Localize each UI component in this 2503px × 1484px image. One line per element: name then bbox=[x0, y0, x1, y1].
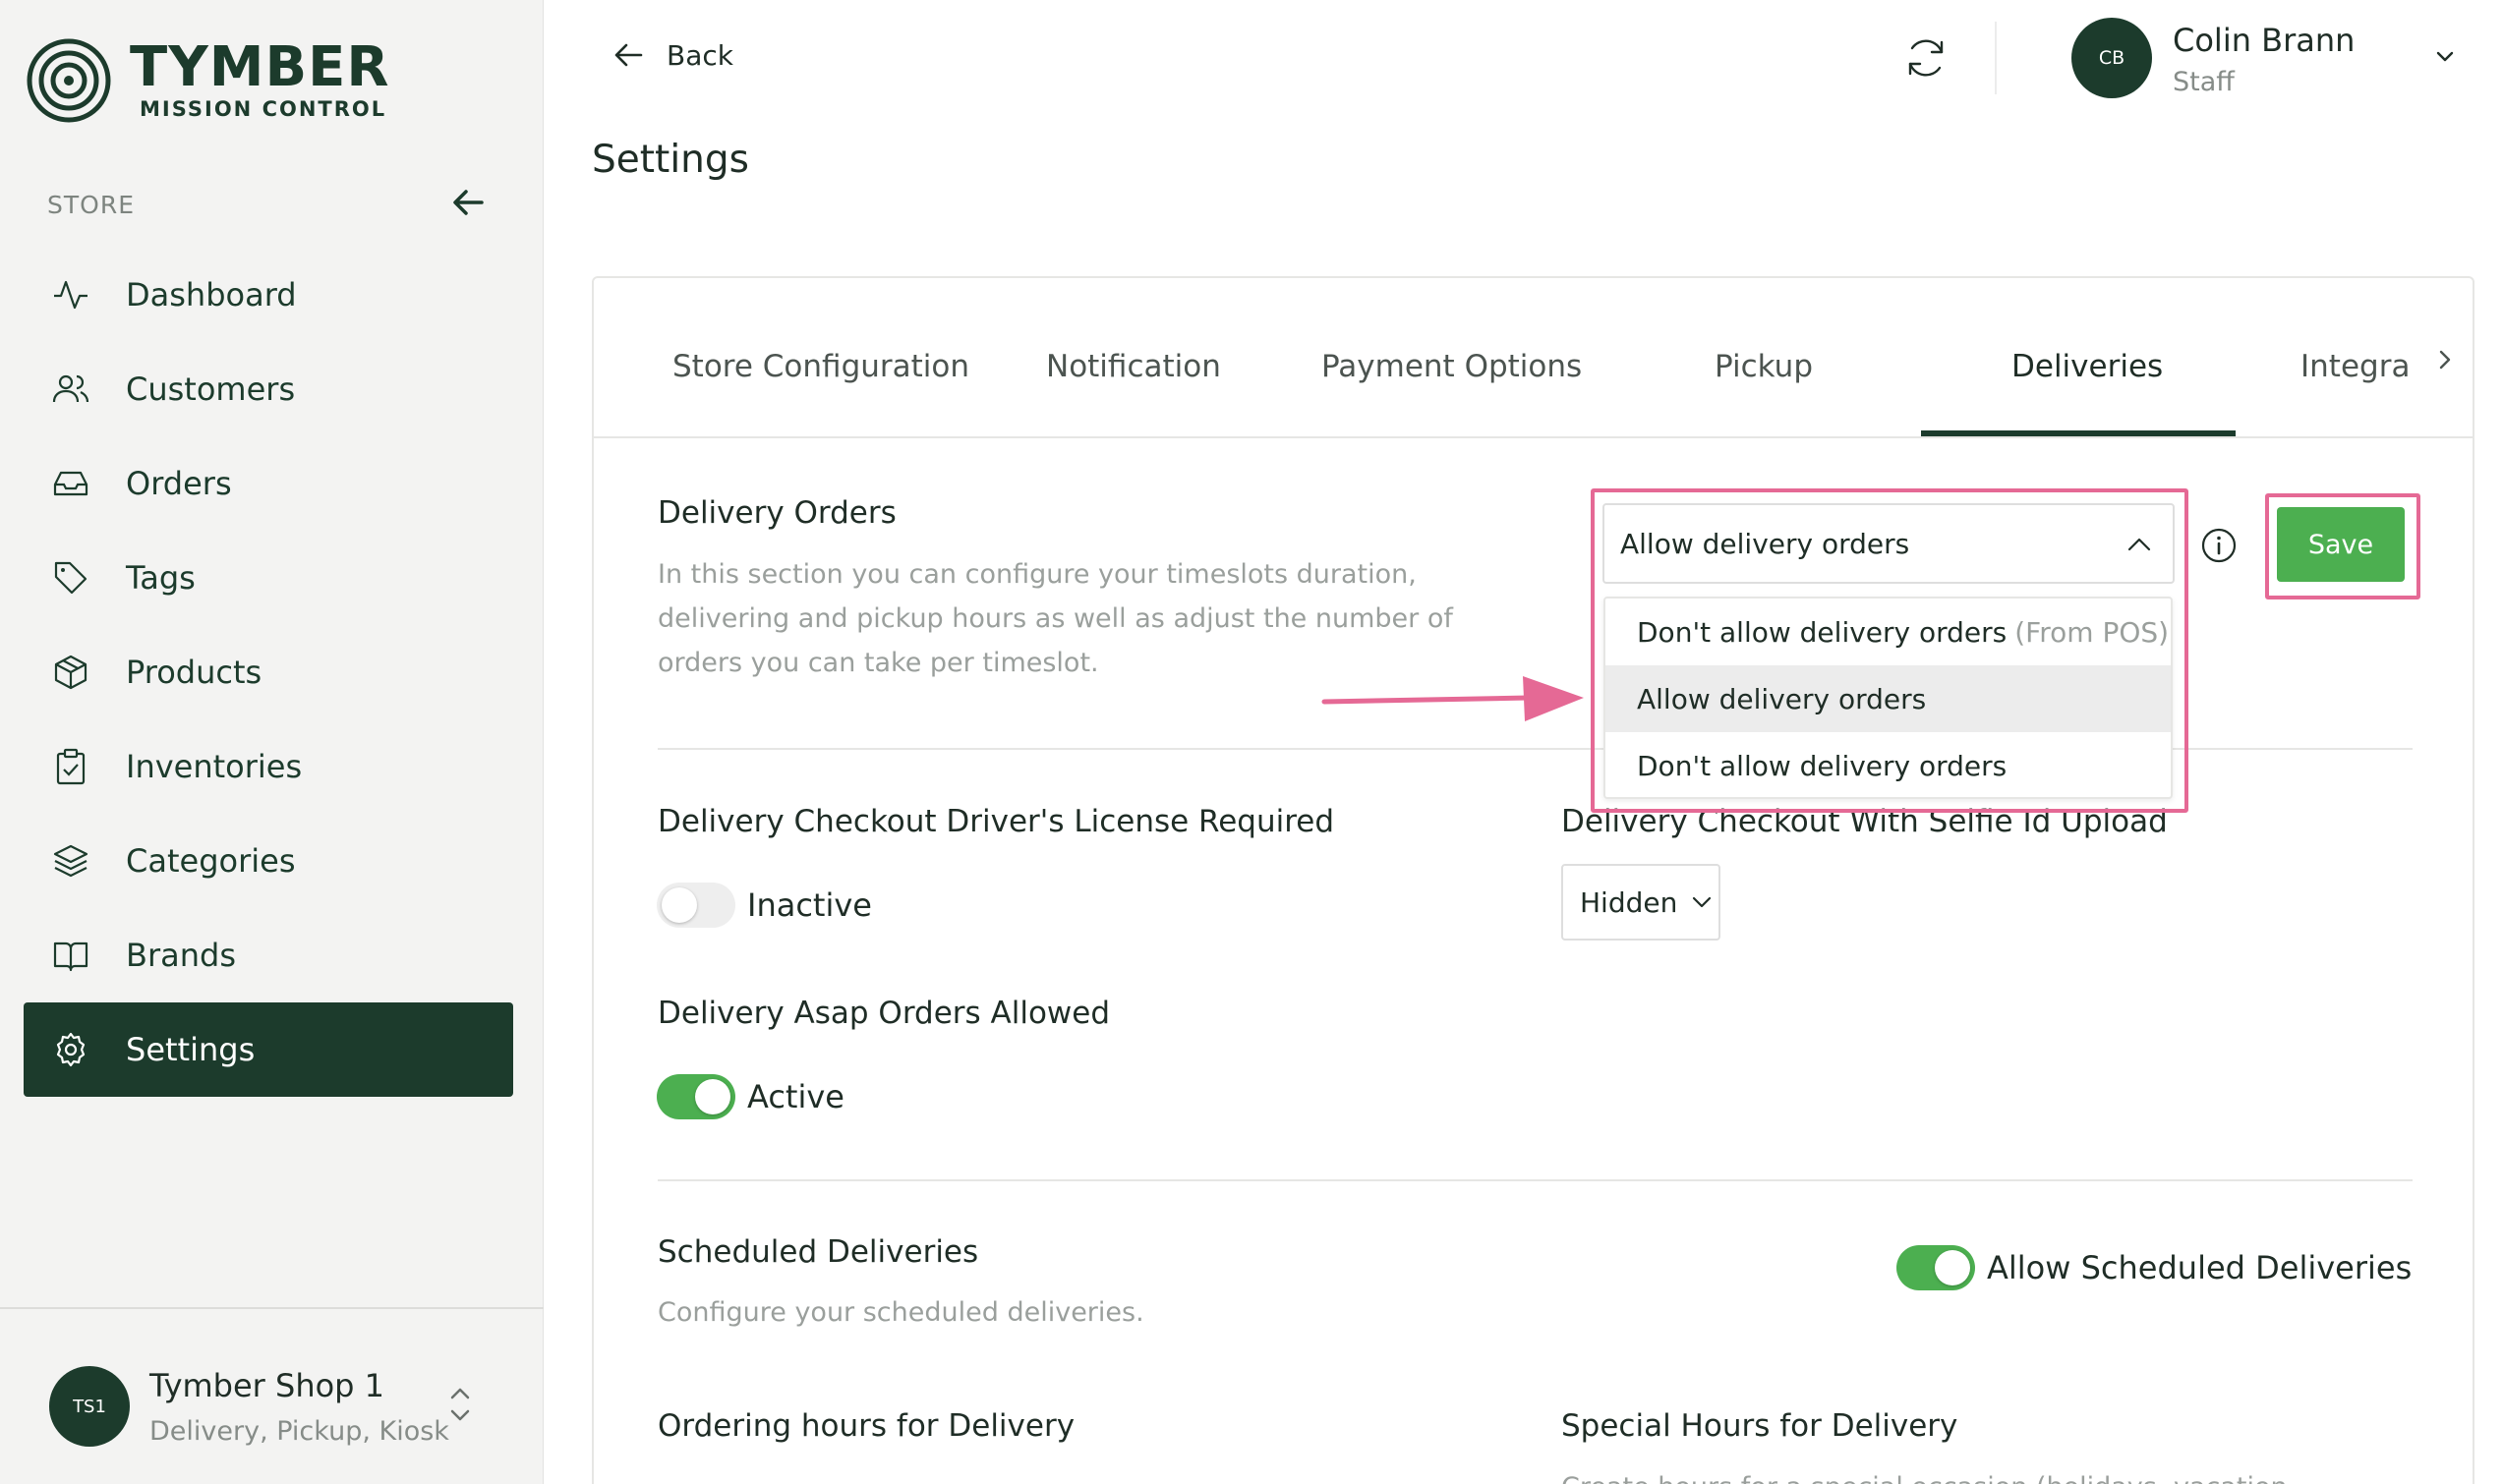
users-icon bbox=[51, 370, 90, 409]
tag-icon bbox=[51, 558, 90, 598]
layers-icon bbox=[51, 841, 90, 881]
settings-tabs: Store Configuration Notification Payment… bbox=[594, 278, 2473, 438]
sidebar-item-label: Brands bbox=[126, 937, 236, 974]
active-tab-indicator bbox=[1921, 430, 2236, 436]
tymber-logo[interactable]: TYMBER MISSION CONTROL bbox=[26, 37, 390, 124]
activity-icon bbox=[51, 275, 90, 314]
box-icon bbox=[51, 653, 90, 692]
shop-switcher[interactable]: TS1 Tymber Shop 1 Delivery, Pickup, Kios… bbox=[49, 1366, 449, 1447]
sidebar-item-label: Customers bbox=[126, 371, 296, 408]
ordering-hours-title: Ordering hours for Delivery bbox=[658, 1408, 1076, 1444]
arrow-left-icon[interactable] bbox=[448, 183, 488, 222]
sidebar-nav: Dashboard Customers Orders Tags Products bbox=[24, 248, 513, 1097]
sidebar-item-products[interactable]: Products bbox=[24, 625, 513, 719]
gear-icon bbox=[51, 1030, 90, 1069]
back-label: Back bbox=[667, 38, 733, 72]
annotation-arrow-icon bbox=[1321, 676, 1584, 721]
sidebar-item-label: Dashboard bbox=[126, 276, 297, 314]
refresh-icon[interactable] bbox=[1903, 35, 1949, 81]
brand-name: TYMBER bbox=[130, 35, 390, 99]
chevron-down-icon[interactable] bbox=[2432, 43, 2458, 69]
brand-subtitle: MISSION CONTROL bbox=[140, 97, 387, 121]
inbox-icon bbox=[51, 464, 90, 503]
chevron-down-icon bbox=[1693, 896, 1712, 908]
sidebar-section-label: STORE bbox=[47, 191, 135, 219]
highlight-dropdown bbox=[1591, 488, 2188, 813]
license-required-state: Inactive bbox=[747, 886, 872, 924]
book-icon bbox=[51, 936, 90, 975]
special-hours-title: Special Hours for Delivery bbox=[1561, 1408, 1958, 1444]
sidebar-item-dashboard[interactable]: Dashboard bbox=[24, 248, 513, 342]
sidebar-item-orders[interactable]: Orders bbox=[24, 436, 513, 531]
sidebar-divider bbox=[0, 1307, 544, 1309]
special-hours-description: Create hours for a special occasion (hol… bbox=[1561, 1465, 2288, 1484]
asap-orders-state: Active bbox=[747, 1078, 844, 1115]
topbar-divider bbox=[1995, 22, 1997, 94]
tab-notification[interactable]: Notification bbox=[1046, 349, 1221, 384]
tab-payment-options[interactable]: Payment Options bbox=[1321, 349, 1582, 384]
scheduled-deliveries-label: Allow Scheduled Deliveries bbox=[1987, 1249, 2413, 1286]
shop-name: Tymber Shop 1 bbox=[149, 1366, 385, 1404]
scheduled-deliveries-title: Scheduled Deliveries bbox=[658, 1234, 979, 1270]
clipboard-icon bbox=[51, 747, 90, 786]
sidebar-item-label: Tags bbox=[126, 559, 196, 597]
sidebar-item-tags[interactable]: Tags bbox=[24, 531, 513, 625]
license-required-title: Delivery Checkout Driver's License Requi… bbox=[658, 804, 1335, 839]
sidebar-item-categories[interactable]: Categories bbox=[24, 814, 513, 908]
tymber-rings-icon bbox=[27, 38, 111, 123]
sidebar-item-label: Settings bbox=[126, 1031, 256, 1068]
sidebar-item-brands[interactable]: Brands bbox=[24, 908, 513, 1002]
toggle-knob bbox=[1935, 1250, 1970, 1285]
user-name: Colin Brann bbox=[2173, 22, 2356, 59]
sidebar: TYMBER MISSION CONTROL STORE Dashboard C… bbox=[0, 0, 544, 1484]
scheduled-deliveries-toggle[interactable] bbox=[1896, 1245, 1975, 1290]
description-line: delivering and pickup hours as well as a… bbox=[658, 603, 1453, 634]
toggle-knob bbox=[695, 1079, 730, 1114]
delivery-orders-title: Delivery Orders bbox=[658, 495, 897, 531]
selfie-upload-value: Hidden bbox=[1580, 885, 1678, 919]
tab-pickup[interactable]: Pickup bbox=[1715, 349, 1813, 384]
settings-card: Store Configuration Notification Payment… bbox=[592, 276, 2474, 1484]
sidebar-item-customers[interactable]: Customers bbox=[24, 342, 513, 436]
license-required-toggle[interactable] bbox=[657, 883, 735, 928]
section-divider bbox=[658, 1179, 2413, 1181]
selfie-upload-select[interactable]: Hidden bbox=[1561, 864, 1720, 941]
chevron-up-down-icon[interactable] bbox=[446, 1380, 474, 1429]
back-button[interactable]: Back bbox=[611, 37, 733, 73]
sidebar-item-settings[interactable]: Settings bbox=[24, 1002, 513, 1097]
sidebar-item-label: Categories bbox=[126, 842, 296, 880]
description-line: In this section you can configure your t… bbox=[658, 559, 1417, 590]
sidebar-item-label: Inventories bbox=[126, 748, 303, 785]
chevron-right-icon[interactable] bbox=[2432, 347, 2458, 372]
tab-store-configuration[interactable]: Store Configuration bbox=[672, 349, 969, 384]
toggle-knob bbox=[662, 887, 697, 923]
sidebar-item-inventories[interactable]: Inventories bbox=[24, 719, 513, 814]
tab-integrations[interactable]: Integra bbox=[2300, 349, 2410, 384]
highlight-save bbox=[2265, 493, 2420, 599]
shop-types: Delivery, Pickup, Kiosk bbox=[149, 1415, 449, 1447]
asap-orders-title: Delivery Asap Orders Allowed bbox=[658, 996, 1111, 1031]
user-role: Staff bbox=[2173, 67, 2235, 97]
sidebar-item-label: Products bbox=[126, 654, 262, 691]
user-avatar[interactable]: CB bbox=[2071, 18, 2152, 98]
asap-orders-toggle[interactable] bbox=[657, 1074, 735, 1119]
shop-avatar: TS1 bbox=[49, 1366, 130, 1447]
page-title: Settings bbox=[592, 138, 749, 182]
arrow-left-icon bbox=[614, 43, 643, 67]
delivery-orders-description: In this section you can configure your t… bbox=[658, 552, 1453, 685]
scheduled-deliveries-description: Configure your scheduled deliveries. bbox=[658, 1297, 1144, 1328]
sidebar-item-label: Orders bbox=[126, 465, 232, 502]
info-icon[interactable] bbox=[2200, 527, 2238, 564]
tab-deliveries[interactable]: Deliveries bbox=[2011, 349, 2163, 384]
